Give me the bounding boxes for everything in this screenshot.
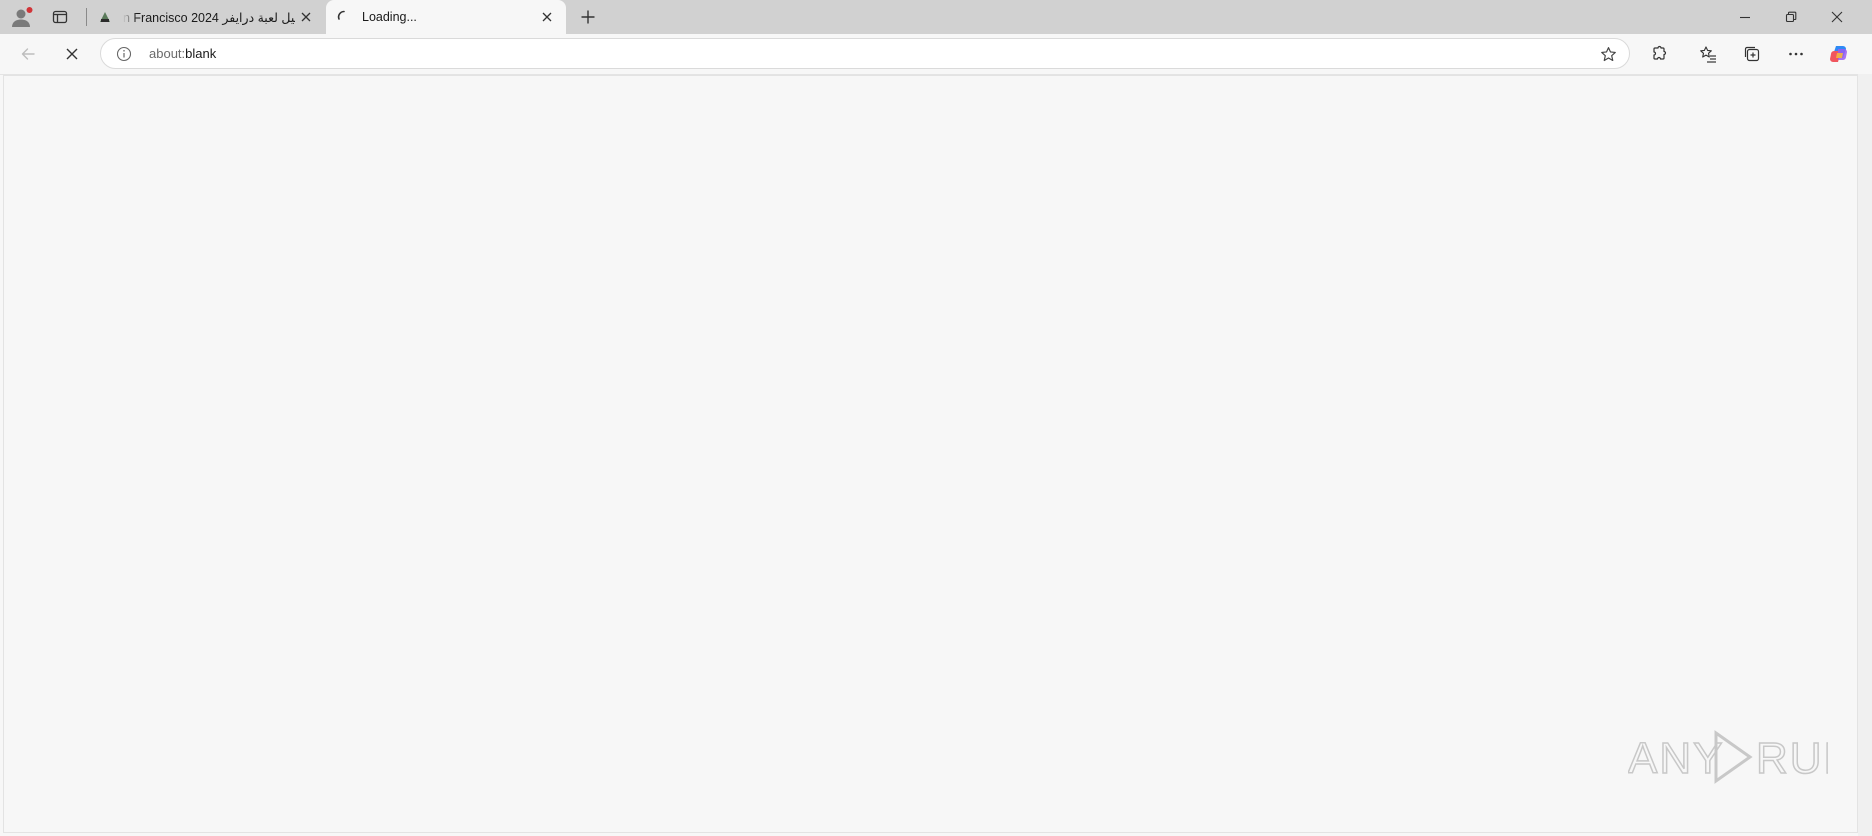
more-icon [1789,52,1803,56]
tab-close-button[interactable] [536,6,558,28]
favorites-button[interactable] [1694,40,1722,68]
scrollbar-track[interactable] [1858,74,1872,836]
restore-button[interactable] [1768,0,1814,34]
restore-icon [1785,11,1797,23]
url-text[interactable]: about:blank [149,46,216,61]
close-icon [542,12,552,22]
navigation-toolbar: about:blank [0,34,1872,75]
minimize-icon [1740,16,1750,19]
favorite-star-icon [1600,46,1616,61]
url-scheme: about: [149,46,186,61]
url-host: blank [185,46,217,61]
new-tab-button[interactable] [575,4,601,30]
collections-icon [1744,46,1760,62]
extensions-icon [1653,45,1667,60]
svg-text:RUN: RUN [1756,734,1828,783]
tab-close-button[interactable] [295,6,317,28]
tab-actions-button[interactable] [48,5,72,29]
stop-loading-icon [66,48,78,60]
anyrun-watermark: ANY RUN [1628,730,1828,784]
copilot-button[interactable] [1824,39,1854,69]
tab-title: Loading... [362,10,417,24]
profile-notification-badge [26,7,33,13]
loading-spinner-icon [336,9,352,25]
back-button[interactable] [13,40,43,68]
back-icon [21,48,35,60]
tab-title: n Francisco 2024 تحميل لعبة درايفر [123,10,295,25]
profile-icon [12,7,33,27]
profile-button[interactable] [8,4,36,32]
site-info-button[interactable] [115,45,133,63]
svg-text:ANY: ANY [1628,734,1724,783]
page-content [3,75,1858,833]
extensions-button[interactable] [1645,40,1673,68]
close-icon [301,12,311,22]
collections-button[interactable] [1738,40,1766,68]
tab-active[interactable]: Loading... [326,0,566,34]
favorites-icon [1700,46,1716,63]
tab-strip: n Francisco 2024 تحميل لعبة درايفر Loadi… [0,0,1872,34]
tab-actions-icon [52,10,68,24]
new-tab-icon [581,10,595,24]
window-close-icon [1831,11,1843,23]
window-close-button[interactable] [1814,0,1860,34]
minimize-button[interactable] [1722,0,1768,34]
site-info-icon [116,46,132,62]
copilot-icon [1830,46,1847,62]
site-favicon [97,9,113,25]
tab-inactive[interactable]: n Francisco 2024 تحميل لعبة درايفر [87,0,325,34]
address-bar[interactable]: about:blank [100,38,1630,69]
add-favorite-button[interactable] [1598,44,1618,64]
stop-loading-button[interactable] [57,40,87,68]
more-button[interactable] [1782,40,1810,68]
